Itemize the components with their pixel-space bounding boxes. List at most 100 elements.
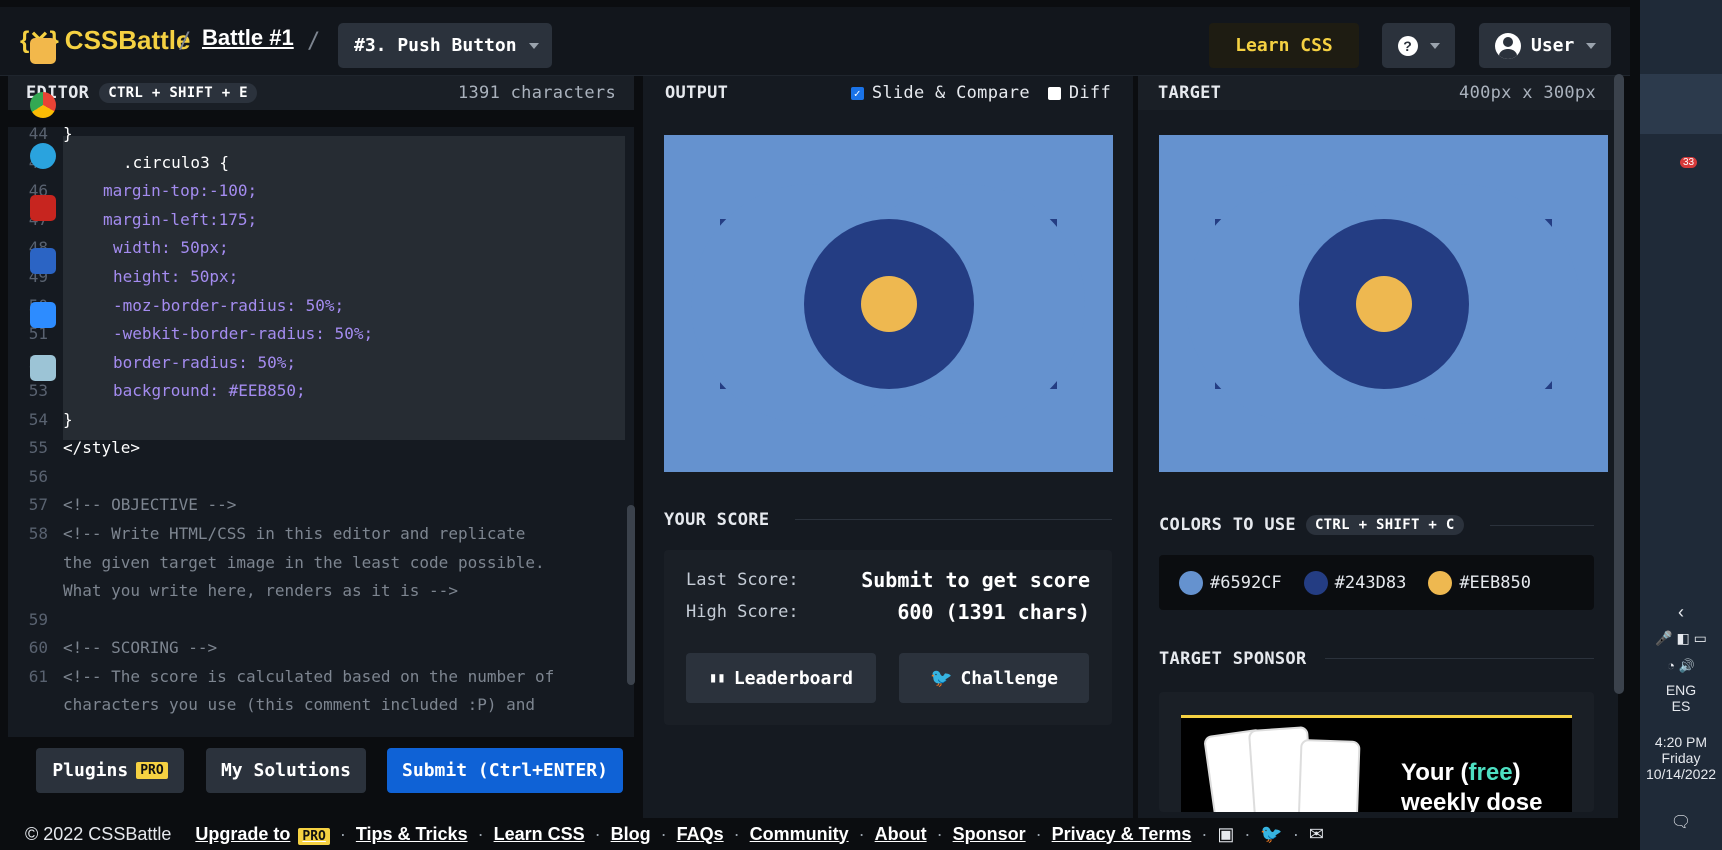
chevron-left-icon[interactable]: ‹ — [1640, 602, 1722, 623]
notification-icon[interactable]: 🗨 — [1640, 812, 1722, 832]
code-line: width: 50px; — [113, 238, 229, 257]
color-swatch[interactable]: #EEB850 — [1428, 570, 1531, 595]
sponsor-card[interactable]: Your (free) weekly dose — [1159, 692, 1594, 812]
high-score-value: 600 (1391 chars) — [897, 600, 1090, 624]
pdf-reader-icon[interactable] — [30, 195, 56, 221]
line-number: 56 — [28, 467, 48, 486]
challenge-button[interactable]: 🐦 Challenge — [899, 653, 1089, 703]
language-indicator[interactable]: ENG ES — [1640, 682, 1722, 714]
footer-about-link[interactable]: About — [875, 824, 927, 845]
editor-scrollbar[interactable] — [627, 505, 635, 685]
swatch-dot — [1179, 570, 1203, 595]
your-score-title: YOUR SCORE — [664, 510, 770, 530]
code-editor[interactable]: 44}45.circulo3 {46margin-top:-100;47marg… — [8, 127, 634, 737]
code-line: <!-- SCORING --> — [63, 638, 218, 657]
pro-badge: PRO — [136, 762, 168, 779]
footer-learn-link[interactable]: Learn CSS — [494, 824, 585, 845]
high-score-label: High Score: — [686, 602, 799, 622]
footer-upgrade-link[interactable]: Upgrade to PRO — [195, 824, 330, 845]
taskbar-active-highlight — [1640, 74, 1722, 134]
colors-shortcut-badge: CTRL + SHIFT + C — [1305, 515, 1464, 535]
mail-icon[interactable]: ✉ — [1309, 824, 1324, 845]
slide-compare-toggle[interactable]: ✓ Slide & Compare — [850, 83, 1030, 103]
code-line: margin-left:175; — [103, 210, 258, 229]
footer-tips-link[interactable]: Tips & Tricks — [356, 824, 468, 845]
discord-icon[interactable]: ▣ — [1217, 824, 1234, 845]
code-line: background: #EEB850; — [113, 381, 306, 400]
plugins-button[interactable]: Plugins PRO — [36, 748, 184, 793]
phone-image — [1297, 738, 1361, 812]
color-swatch[interactable]: #243D83 — [1303, 570, 1406, 595]
code-line: height: 50px; — [113, 267, 239, 286]
output-preview[interactable] — [664, 135, 1113, 472]
swatch-dot — [1428, 570, 1453, 595]
line-number: 59 — [28, 610, 48, 629]
output-header: OUTPUT ✓ Slide & Compare Diff — [643, 76, 1133, 110]
checkbox-checked-icon[interactable]: ✓ — [850, 86, 864, 100]
sponsor-ad[interactable]: Your (free) weekly dose — [1181, 715, 1572, 812]
footer-sponsor-link[interactable]: Sponsor — [953, 824, 1026, 845]
footer-faqs-link[interactable]: FAQs — [677, 824, 724, 845]
network-volume-icon[interactable]: ◔ 🔊 — [1640, 658, 1722, 674]
code-line: margin-top:-100; — [103, 181, 258, 200]
line-number: 57 — [28, 495, 48, 514]
footer-community-link[interactable]: Community — [750, 824, 849, 845]
telegram-badge: 33 — [1680, 157, 1698, 168]
colors-title: COLORS TO USE CTRL + SHIFT + C — [1159, 515, 1464, 535]
footer-privacy-link[interactable]: Privacy & Terms — [1052, 824, 1192, 845]
app-icon[interactable] — [30, 355, 56, 381]
code-line: -webkit-border-radius: 50%; — [113, 324, 374, 343]
line-number: 54 — [28, 410, 48, 429]
twitter-icon[interactable]: 🐦 — [1260, 824, 1282, 845]
target-size: 400px x 300px — [1459, 83, 1596, 103]
sponsor-ad-text: Your (free) weekly dose — [1401, 759, 1543, 812]
leaderboard-button[interactable]: ▮▮ Leaderboard — [686, 653, 876, 703]
code-line: What you write here, renders as it is --… — [63, 581, 458, 600]
breadcrumb-battle-link[interactable]: Battle #1 — [202, 25, 294, 51]
code-line: <!-- The score is calculated based on th… — [63, 667, 555, 686]
yellow-dot-shape — [1356, 276, 1412, 332]
clock[interactable]: 4:20 PM Friday 10/14/2022 — [1640, 734, 1722, 782]
color-palette: #6592CF #243D83 #EEB850 — [1159, 555, 1594, 610]
last-score-value: Submit to get score — [861, 568, 1090, 592]
chrome-icon[interactable] — [30, 92, 56, 118]
breadcrumb-separator: / — [307, 29, 321, 54]
code-line: -moz-border-radius: 50%; — [113, 296, 345, 315]
diff-toggle[interactable]: Diff — [1047, 83, 1111, 103]
code-line: } — [63, 127, 73, 143]
code-line: characters you use (this comment include… — [63, 695, 536, 714]
code-line: border-radius: 50%; — [113, 353, 297, 372]
code-line: <!-- Write HTML/CSS in this editor and r… — [63, 524, 526, 543]
breadcrumb-separator: / — [178, 29, 192, 54]
file-explorer-icon[interactable] — [30, 38, 56, 64]
code-line: .circulo3 { — [123, 153, 229, 172]
chevron-down-icon — [1586, 42, 1597, 49]
user-avatar-icon — [1495, 32, 1521, 59]
swatch-dot — [1303, 570, 1328, 595]
word-icon[interactable] — [30, 248, 56, 274]
divider — [1490, 525, 1594, 526]
color-swatch[interactable]: #6592CF — [1179, 570, 1282, 595]
my-solutions-button[interactable]: My Solutions — [206, 748, 366, 793]
telegram-icon[interactable] — [30, 143, 56, 169]
code-line: the given target image in the least code… — [63, 553, 545, 572]
checkbox-unchecked-icon[interactable] — [1047, 86, 1061, 100]
footer: © 2022 CSSBattle Upgrade to PRO · Tips & T… — [0, 818, 1630, 850]
target-select-dropdown[interactable]: #3. Push Button — [338, 23, 552, 68]
zoom-icon[interactable] — [30, 302, 56, 328]
divider — [1325, 658, 1594, 659]
page-scrollbar[interactable] — [1614, 74, 1624, 694]
help-icon: ? — [1397, 35, 1418, 56]
character-count: 1391 characters — [457, 83, 616, 103]
learn-css-button[interactable]: Learn CSS — [1209, 23, 1359, 68]
help-button[interactable]: ? — [1382, 23, 1455, 68]
footer-blog-link[interactable]: Blog — [611, 824, 651, 845]
code-line: <!-- OBJECTIVE --> — [63, 495, 237, 514]
top-bar: {✕}CSSBattle / Battle #1 / #3. Push Butt… — [0, 7, 1630, 76]
submit-button[interactable]: Submit (Ctrl+ENTER) — [387, 748, 623, 793]
user-menu-button[interactable]: User — [1479, 23, 1611, 68]
chevron-down-icon — [1429, 42, 1440, 49]
yellow-dot-shape — [861, 276, 917, 332]
tray-icons[interactable]: 🎤 ◧ ▭ — [1640, 630, 1722, 647]
line-number: 53 — [28, 381, 48, 400]
